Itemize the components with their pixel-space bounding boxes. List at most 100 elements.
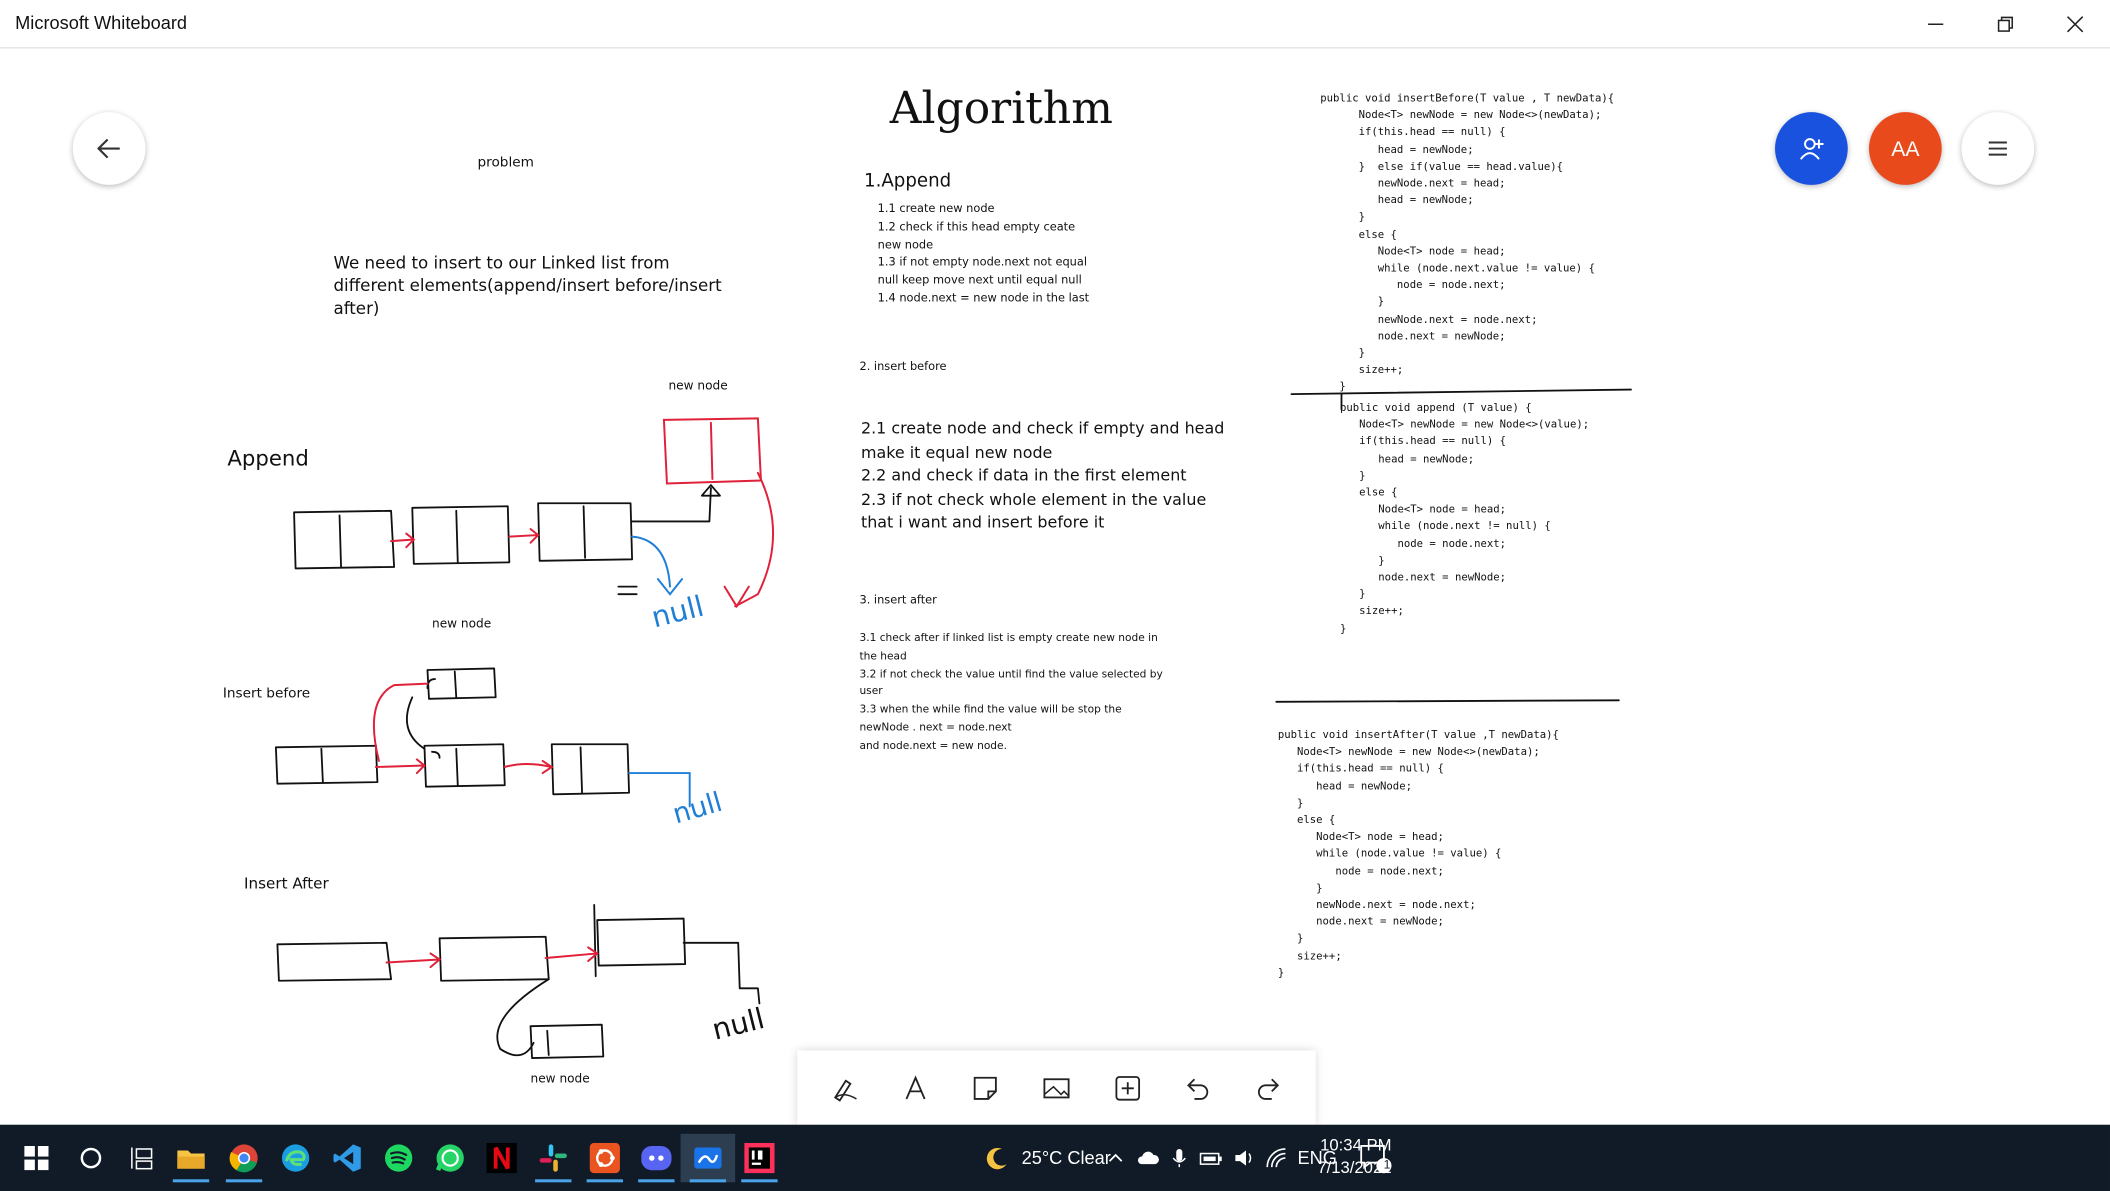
ubuntu-icon [589, 1142, 620, 1174]
close-button[interactable] [2040, 0, 2110, 47]
taskbar-ubuntu[interactable] [578, 1134, 633, 1183]
undo-icon [1187, 1078, 1209, 1100]
image-icon [1043, 1078, 1070, 1099]
insert-after-steps: 3.1 check after if linked list is empty … [859, 632, 1163, 752]
append-node-1 [293, 509, 396, 570]
taskbar-file-explorer[interactable] [164, 1134, 219, 1183]
append-steps: 1.1 create new node 1.2 check if this he… [877, 201, 1090, 305]
append-heading: 1.Append [864, 169, 952, 191]
code-append: public void append (T value) { Node<T> n… [1339, 401, 1590, 635]
insert-tool-button[interactable] [1104, 1066, 1149, 1111]
append-node-2 [411, 505, 511, 565]
text-tool-button[interactable] [893, 1066, 938, 1111]
pen-tool-button[interactable] [822, 1066, 867, 1111]
before-node-2 [423, 743, 506, 788]
intellij-icon [744, 1142, 775, 1174]
volume-icon[interactable] [1234, 1147, 1255, 1168]
insert-before-heading: 2. insert before [859, 359, 947, 373]
wifi-icon[interactable] [1266, 1147, 1287, 1168]
weather-text: 25°C Clear [1021, 1147, 1111, 1169]
spotify-icon [385, 1144, 413, 1172]
taskbar: 25°C Clear ENG 10:34 PM 7/13/2021 1 [0, 1124, 2110, 1191]
redo-button[interactable] [1245, 1066, 1290, 1111]
back-button[interactable] [72, 112, 146, 185]
append-label: Append [227, 447, 309, 472]
taskbar-discord[interactable] [629, 1134, 684, 1183]
restore-button[interactable] [1971, 0, 2041, 47]
pen-icon [834, 1079, 858, 1102]
taskbar-chrome[interactable] [217, 1134, 272, 1183]
new-node-label-after: new node [530, 1071, 590, 1086]
window-title: Microsoft Whiteboard [15, 12, 188, 34]
back-arrow-icon [97, 138, 120, 159]
discord-icon [641, 1145, 672, 1171]
redo-icon [1257, 1078, 1279, 1100]
taskbar-intellij[interactable] [732, 1134, 787, 1183]
cloud-icon[interactable] [1135, 1149, 1159, 1167]
problem-label: problem [477, 156, 534, 172]
chrome-icon [229, 1144, 258, 1173]
weather-widget[interactable]: 25°C Clear [985, 1125, 1111, 1191]
whiteboard-icon [694, 1147, 722, 1169]
ink-toolbar [797, 1050, 1316, 1125]
taskbar-spotify[interactable] [371, 1134, 426, 1183]
vscode-icon [333, 1144, 361, 1172]
microphone-icon[interactable] [1170, 1147, 1188, 1168]
folder-icon [177, 1150, 205, 1169]
search-button[interactable] [64, 1134, 119, 1183]
code-insert-after: public void insertAfter(T value ,T newDa… [1277, 729, 1559, 979]
edge-icon [281, 1144, 310, 1172]
menu-button[interactable] [1961, 112, 2035, 185]
netflix-icon [486, 1142, 517, 1174]
notification-count: 1 [1383, 1158, 1391, 1172]
minimize-button[interactable] [1901, 0, 1971, 47]
moon-icon [986, 1147, 1007, 1170]
before-node-3 [550, 743, 630, 796]
algorithm-title: Algorithm [889, 81, 1113, 134]
image-tool-button[interactable] [1034, 1066, 1079, 1111]
after-node-1 [276, 941, 392, 982]
app-window: Microsoft Whiteboard problem We need to … [0, 0, 2110, 1125]
person-add-icon [1799, 138, 1824, 160]
problem-text: We need to insert to our Linked list fro… [333, 253, 722, 319]
battery-icon[interactable] [1199, 1149, 1223, 1167]
before-new-node [426, 667, 497, 700]
taskbar-slack[interactable] [526, 1134, 581, 1183]
note-tool-button[interactable] [963, 1066, 1008, 1111]
invite-button[interactable] [1775, 112, 1848, 185]
undo-button[interactable] [1175, 1066, 1220, 1111]
insert-before-label: Insert before [222, 686, 311, 702]
taskbar-edge[interactable] [268, 1134, 323, 1183]
user-avatar[interactable]: AA [1868, 112, 1942, 185]
taskbar-whiteboard[interactable] [680, 1133, 736, 1183]
after-new-node [529, 1023, 605, 1059]
insert-before-steps: 2.1 create node and check if empty and h… [860, 419, 1225, 533]
sticky-note-icon [974, 1076, 998, 1100]
code-insert-before: public void insertBefore(T value , T new… [1320, 92, 1615, 394]
windows-logo-icon [24, 1145, 49, 1171]
taskbar-vscode[interactable] [320, 1134, 375, 1183]
slack-icon [539, 1144, 567, 1172]
task-view-button[interactable] [115, 1134, 170, 1183]
chevron-up-icon[interactable] [1107, 1149, 1125, 1167]
taskbar-whatsapp[interactable] [423, 1134, 478, 1183]
action-center-button[interactable]: 1 [1358, 1125, 1392, 1191]
after-node-2 [438, 935, 550, 982]
insert-after-label: Insert After [244, 876, 329, 893]
taskbar-netflix[interactable] [474, 1134, 529, 1183]
task-view-icon [131, 1147, 153, 1170]
avatar-initials: AA [1891, 136, 1920, 161]
new-node-label-append: new node [668, 378, 728, 393]
text-icon [905, 1075, 926, 1100]
add-icon [1114, 1076, 1140, 1101]
new-node-label-before: new node [432, 616, 492, 631]
hamburger-icon [1988, 141, 2007, 156]
whiteboard-canvas[interactable]: problem We need to insert to our Linked … [0, 49, 2110, 1125]
whatsapp-icon [435, 1144, 464, 1172]
search-circle-icon [80, 1147, 102, 1169]
before-node-1 [274, 744, 379, 785]
after-node-3 [596, 917, 687, 967]
start-button[interactable] [9, 1134, 64, 1183]
title-bar: Microsoft Whiteboard [0, 0, 2110, 49]
insert-after-heading: 3. insert after [859, 592, 937, 607]
